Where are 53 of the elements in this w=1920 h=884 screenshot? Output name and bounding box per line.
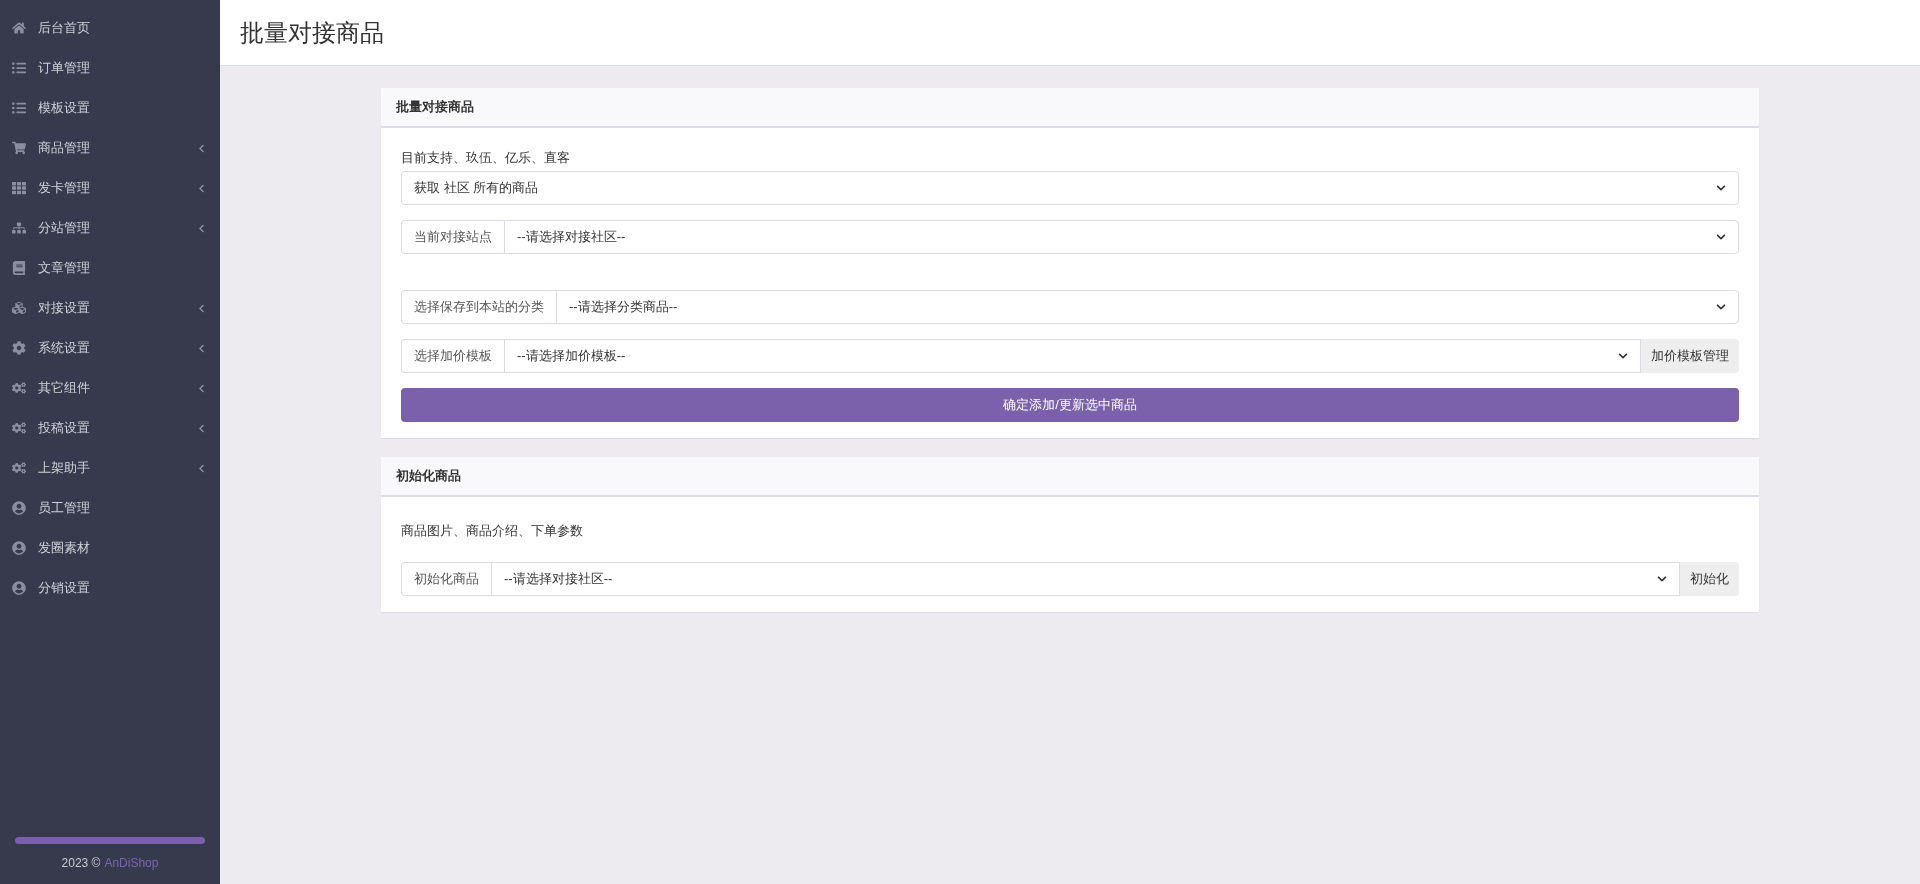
page-title: 批量对接商品 xyxy=(240,17,384,48)
sidebar-item[interactable]: 发圈素材 xyxy=(0,528,220,568)
support-note: 目前支持、玖伍、亿乐、直客 xyxy=(401,149,571,167)
select-field[interactable]: --请选择加价模板-- xyxy=(504,338,1641,373)
sidebar-item[interactable]: 系统设置 xyxy=(0,328,220,368)
book-icon xyxy=(12,261,26,275)
select-field[interactable]: --请选择分类商品-- xyxy=(556,289,1739,324)
append-button[interactable]: 加价模板管理 xyxy=(1641,338,1739,373)
gears-icon xyxy=(12,461,26,475)
sidebar-item[interactable]: 分站管理 xyxy=(0,208,220,248)
select-field[interactable]: 获取 社区 所有的商品 xyxy=(401,170,1739,205)
user-icon xyxy=(12,501,26,515)
chevron-down-icon xyxy=(1716,301,1726,312)
sidebar-item[interactable]: 投稿设置 xyxy=(0,408,220,448)
sidebar-item[interactable]: 后台首页 xyxy=(0,8,220,48)
gears-icon xyxy=(12,381,26,395)
user-icon xyxy=(12,541,26,555)
submit-button[interactable]: 确定添加/更新选中商品 xyxy=(401,387,1739,422)
sidebar-item[interactable]: 订单管理 xyxy=(0,48,220,88)
select-field[interactable]: --请选择对接社区-- xyxy=(504,219,1739,254)
field-label: 当前对接站点 xyxy=(401,219,504,254)
user-icon xyxy=(12,581,26,595)
init-note: 商品图片、商品介绍、下单参数 xyxy=(401,521,584,540)
chevron-down-icon xyxy=(1716,182,1726,193)
field-label: 初始化商品 xyxy=(401,562,491,596)
sidebar-item[interactable]: 发卡管理 xyxy=(0,168,220,208)
sidebar-item[interactable]: 分销设置 xyxy=(0,568,220,608)
sidebar-item[interactable]: 其它组件 xyxy=(0,368,220,408)
list-icon xyxy=(12,101,26,115)
card-title: 批量对接商品 xyxy=(396,98,474,117)
sidebar-item[interactable]: 文章管理 xyxy=(0,248,220,288)
chevron-down-icon xyxy=(1618,350,1628,361)
sitemap-icon xyxy=(12,221,26,235)
sidebar-item[interactable]: 上架助手 xyxy=(0,448,220,488)
settings-icon xyxy=(12,341,26,355)
chevron-down-icon xyxy=(1657,574,1667,584)
sidebar-item[interactable]: 员工管理 xyxy=(0,488,220,528)
sidebar-item[interactable]: 商品管理 xyxy=(0,128,220,168)
field-label: 选择加价模板 xyxy=(401,338,504,373)
home-icon xyxy=(12,21,26,35)
sidebar-item[interactable]: 对接设置 xyxy=(0,288,220,328)
copyright-text: 2023 © xyxy=(61,855,101,872)
append-button[interactable]: 初始化 xyxy=(1680,562,1739,596)
select-field[interactable]: --请选择对接社区-- xyxy=(491,562,1680,596)
list-icon xyxy=(12,61,26,75)
card-title: 初始化商品 xyxy=(396,466,461,485)
cart-icon xyxy=(12,141,26,155)
cubes-icon xyxy=(12,301,26,315)
gears-icon xyxy=(12,421,26,435)
field-label: 选择保存到本站的分类 xyxy=(401,289,556,324)
chevron-down-icon xyxy=(1716,231,1726,242)
grid-icon xyxy=(12,181,26,195)
sidebar-item[interactable]: 模板设置 xyxy=(0,88,220,128)
